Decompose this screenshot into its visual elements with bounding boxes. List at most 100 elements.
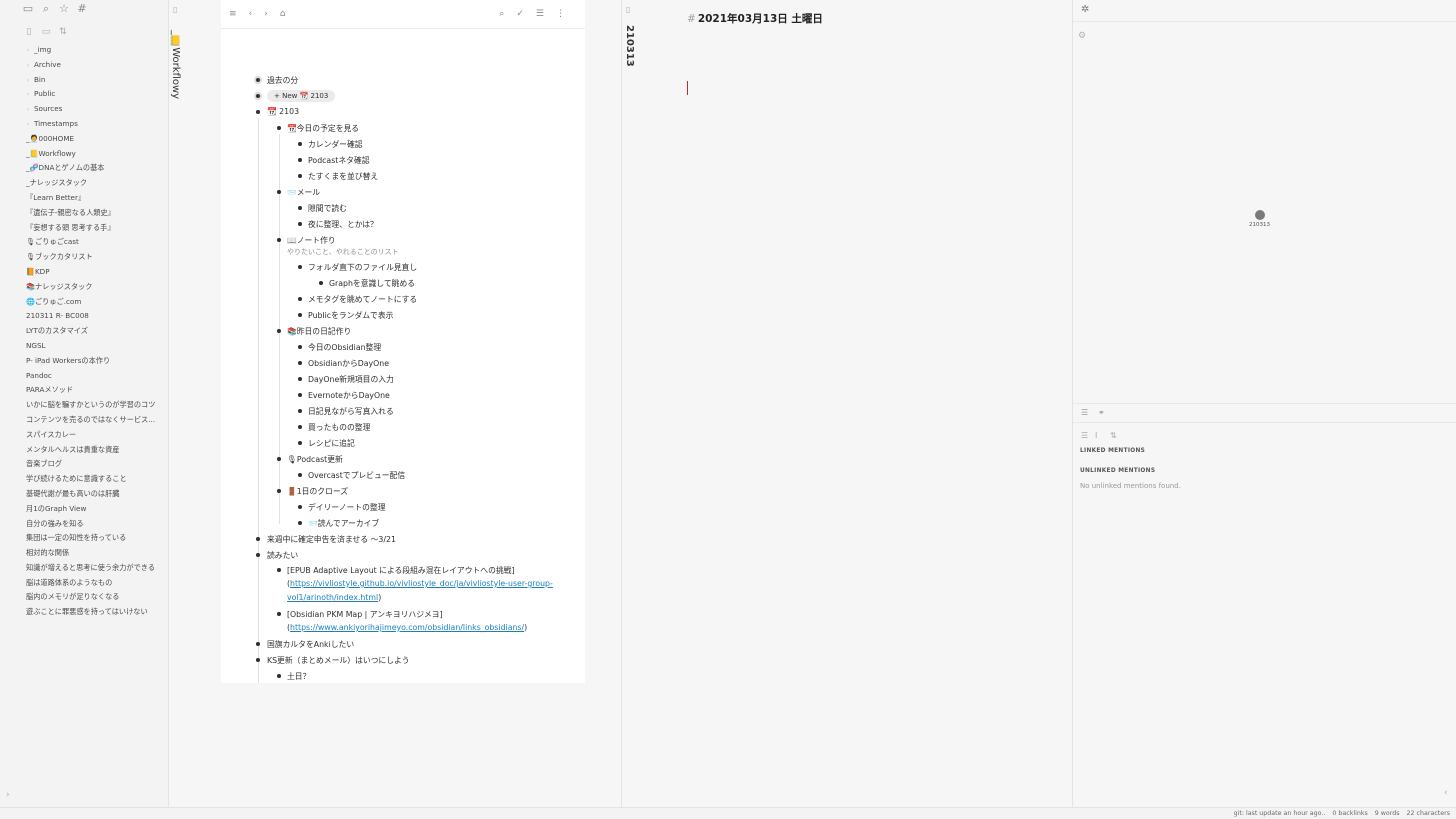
outline-item[interactable]: EvernoteからDayOne [308, 390, 390, 401]
text-icon[interactable]: Ⅰ [1095, 431, 1097, 440]
bullet[interactable] [319, 281, 323, 285]
outline-item[interactable]: 来週中に確定申告を済ませる 〜3/21 [267, 534, 396, 545]
outline-item[interactable]: Publicをランダムで表示 [308, 310, 393, 321]
more-icon[interactable]: ⋮ [556, 9, 565, 19]
file-item[interactable]: いかに脳を騙すかというのが学習のコツ [0, 398, 169, 413]
bullet[interactable] [277, 674, 281, 678]
folder-item[interactable]: › Sources [0, 102, 169, 117]
outline-item[interactable]: 読みたい [267, 550, 298, 561]
file-item[interactable]: NGSL [0, 339, 169, 354]
outline-item[interactable]: KS更新（まとめメール）はいつにしよう [267, 655, 410, 666]
folder-item[interactable]: › Timestamps [0, 117, 169, 132]
menu-icon[interactable]: ≡ [229, 9, 237, 19]
bullet[interactable] [298, 142, 302, 146]
bullet[interactable] [298, 441, 302, 445]
bullet[interactable] [256, 537, 260, 541]
outline-item[interactable]: 📆今日の予定を見る [287, 123, 359, 134]
file-item[interactable]: 210311 R- BC008 [0, 309, 169, 324]
file-item[interactable]: メンタルヘルスは貴重な資産 [0, 443, 169, 458]
outline-item[interactable]: デイリーノートの整理 [308, 502, 386, 513]
outline-item[interactable]: 📖ノート作り [287, 235, 336, 246]
file-item[interactable]: 📙KDP [0, 265, 169, 280]
outline-item[interactable]: 国旗カルタをAnkiしたい [267, 639, 354, 650]
outline-item[interactable]: 📨読んでアーカイブ [308, 518, 379, 529]
outline-view-icon[interactable]: ☰ [1081, 408, 1088, 417]
file-item[interactable]: コンテンツを売るのではなくサービス... [0, 413, 169, 428]
bullet[interactable] [298, 505, 302, 509]
folder-item[interactable]: › Bin [0, 73, 169, 88]
outline-item[interactable]: カレンダー確認 [308, 139, 363, 150]
file-item[interactable]: _📒Workflowy [0, 147, 169, 162]
bullet[interactable] [277, 126, 281, 130]
outline-item[interactable]: 🎙Podcast更新 [287, 454, 343, 465]
new-folder-icon[interactable]: ▭ [40, 26, 52, 38]
file-item[interactable]: _ナレッジスタック [0, 176, 169, 191]
bullet[interactable] [298, 521, 302, 525]
file-item[interactable]: 📚ナレッジスタック [0, 280, 169, 295]
file-item[interactable]: 遊ぶことに罪悪感を持ってはいけない [0, 605, 169, 620]
file-item[interactable]: 脳は道路体系のようなもの [0, 576, 169, 591]
file-item[interactable]: PARAメソッド [0, 383, 169, 398]
file-item[interactable]: 音楽ブログ [0, 457, 169, 472]
epub-url[interactable]: https://vivliostyle.github.io/vivliostyl… [290, 579, 553, 588]
collapse-right-icon[interactable]: ‹ [1444, 788, 1448, 798]
outline-item[interactable]: 📆 2103 [267, 107, 299, 116]
file-item[interactable]: 学び続けるために意識すること [0, 472, 169, 487]
bullet[interactable] [298, 206, 302, 210]
file-item[interactable]: 相対的な関係 [0, 546, 169, 561]
tab-workflowy[interactable]: _📒Workflowy [170, 30, 181, 99]
bullet[interactable] [277, 489, 281, 493]
file-item[interactable]: _🧑‍💼000HOME [0, 132, 169, 147]
outline-item[interactable]: Overcastでプレビュー配信 [308, 470, 405, 481]
file-item[interactable]: 脳内のメモリが足りなくなる [0, 590, 169, 605]
back-arrow-icon[interactable]: ‹ [249, 9, 253, 19]
outline-item[interactable]: ObsidianからDayOne [308, 358, 389, 369]
bullet[interactable] [277, 329, 281, 333]
outline-item[interactable]: Podcastネタ確認 [308, 155, 370, 166]
star-icon[interactable]: ☆ [58, 3, 70, 15]
file-item[interactable]: 🎙ブックカタリスト [0, 250, 169, 265]
bullet[interactable] [298, 393, 302, 397]
bullet[interactable] [277, 457, 281, 461]
chevron-right-icon[interactable]: › [27, 59, 34, 73]
bullet[interactable] [277, 238, 281, 242]
pkm-link-title[interactable]: [Obsidian PKM Map | アンキヨリハジメヨ] [287, 609, 443, 620]
tab-daily-note[interactable]: 210313 [624, 25, 635, 67]
file-item[interactable]: 『妄想する頭 思考する手』 [0, 221, 169, 236]
file-item[interactable]: _🧬DNAとゲノムの基本 [0, 161, 169, 176]
bullet[interactable] [298, 265, 302, 269]
chevron-right-icon[interactable]: › [27, 103, 34, 117]
tag-icon[interactable]: # [76, 3, 88, 15]
folder-item[interactable]: › _img [0, 43, 169, 58]
graph-view-icon[interactable]: ✲ [1081, 4, 1089, 15]
bullet[interactable] [277, 612, 281, 616]
bullet[interactable] [254, 76, 262, 84]
outline-item[interactable]: 🚪1日のクローズ [287, 486, 348, 497]
link-icon[interactable]: ⚭ [1098, 408, 1105, 417]
new-note-icon[interactable]: ▯ [23, 26, 35, 38]
file-item[interactable]: 基礎代謝が最も高いのは肝臓 [0, 487, 169, 502]
text-cursor[interactable] [687, 81, 688, 95]
sort-icon[interactable]: ⇅ [1110, 431, 1117, 440]
folder-item[interactable]: › Archive [0, 58, 169, 73]
bullet[interactable] [298, 425, 302, 429]
outline-note[interactable]: やりたいこと、やれることのリスト [287, 247, 399, 257]
folder-item[interactable]: › Public [0, 87, 169, 102]
bullet[interactable] [298, 377, 302, 381]
bullet[interactable] [256, 642, 260, 646]
backlink-count[interactable]: 0 backlinks [1332, 810, 1367, 817]
bullet[interactable] [298, 345, 302, 349]
bullet[interactable] [256, 658, 260, 662]
bullet[interactable] [298, 174, 302, 178]
note-heading[interactable]: #2021年03月13日 土曜日 [687, 11, 823, 26]
outline-item[interactable]: Graphを意識して眺める [329, 278, 415, 289]
home-icon[interactable]: ⌂ [280, 9, 286, 19]
chevron-right-icon[interactable]: › [27, 74, 34, 88]
outline-item[interactable]: 今日のObsidian整理 [308, 342, 381, 353]
outline-item[interactable]: レシピに追記 [308, 438, 355, 449]
check-icon[interactable]: ✓ [516, 9, 524, 19]
bullet[interactable] [298, 473, 302, 477]
bullet[interactable] [277, 568, 281, 572]
file-item[interactable]: 自分の強みを知る [0, 517, 169, 532]
file-item[interactable]: スパイスカレー [0, 428, 169, 443]
